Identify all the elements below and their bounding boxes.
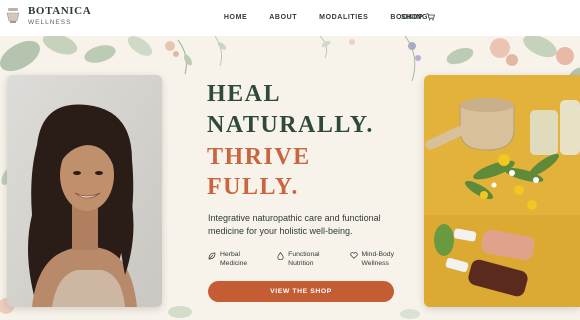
view-shop-button[interactable]: VIEW THE SHOP: [208, 281, 394, 302]
nav-shop[interactable]: SHOP: [401, 13, 436, 21]
nav-home[interactable]: HOME: [224, 14, 247, 21]
headline-thrive: THRIVE: [207, 144, 311, 170]
main-nav: HOME ABOUT MODALITIES BOOKING: [224, 14, 428, 21]
headline-fully: FULLY.: [207, 174, 299, 200]
nav-modalities[interactable]: MODALITIES: [319, 14, 368, 21]
brand-logo[interactable]: BOTANICA WELLNESS: [6, 6, 91, 27]
feature-label-line1: Herbal: [220, 251, 241, 258]
brand-name: BOTANICA: [28, 5, 92, 17]
drop-icon: [277, 252, 284, 260]
mortar-logo-icon: [6, 8, 20, 24]
nav-about[interactable]: ABOUT: [269, 14, 297, 21]
herbal-remedies-photo: [424, 75, 580, 307]
feature-functional-nutrition: Functional Nutrition: [277, 250, 320, 268]
woman-portrait-image: [7, 75, 162, 307]
cart-icon: [426, 13, 436, 21]
feature-mind-body-wellness: Mind-Body Wellness: [349, 250, 395, 268]
feature-list: Herbal Medicine Functional Nutrition Min…: [208, 250, 394, 268]
brand-tagline: WELLNESS: [28, 19, 72, 26]
nav-shop-label: SHOP: [401, 13, 424, 21]
headline-naturally: NATURALLY.: [207, 112, 374, 138]
leaf-icon: [208, 252, 216, 260]
headline-heal: HEAL: [207, 81, 282, 107]
feature-label-line2: Nutrition: [288, 260, 314, 267]
feature-label-line2: Medicine: [220, 260, 248, 267]
portrait-photo: [7, 75, 162, 307]
feature-label-line1: Mind-Body: [361, 251, 395, 258]
feature-herbal-medicine: Herbal Medicine: [208, 250, 247, 268]
site-header: BOTANICA WELLNESS HOME ABOUT MODALITIES …: [0, 0, 580, 36]
feature-label-line2: Wellness: [361, 260, 389, 267]
hero-description: Integrative naturopathic care and functi…: [208, 213, 381, 236]
feature-label-line1: Functional: [288, 251, 320, 258]
herbs-and-bottles-image: [424, 75, 580, 307]
heart-icon: [349, 252, 358, 259]
